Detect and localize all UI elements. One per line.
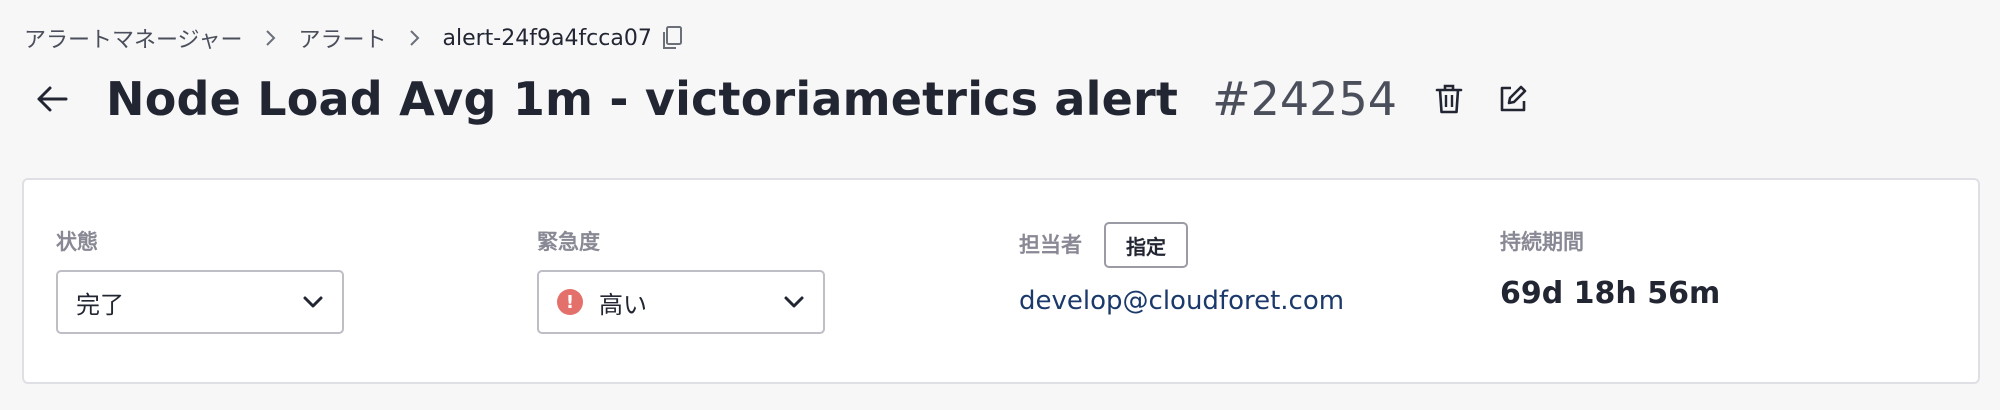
breadcrumb: アラートマネージャー アラート alert-24f9a4fcca07: [24, 20, 684, 56]
urgency-select[interactable]: ! 高い: [537, 270, 825, 334]
edit-icon: [1500, 85, 1527, 112]
chevron-down-icon: [784, 296, 804, 308]
duration-field: 持続期間 69d 18h 56m: [1500, 228, 1720, 311]
breadcrumb-item-alerts[interactable]: アラート: [298, 22, 386, 54]
edit-button[interactable]: [1487, 73, 1539, 125]
duration-value: 69d 18h 56m: [1500, 276, 1721, 311]
copy-icon[interactable]: [660, 25, 684, 51]
assignee-header: 担当者 指定: [1019, 222, 1344, 268]
chevron-right-icon: [242, 28, 298, 48]
trash-icon: [1435, 84, 1463, 114]
arrow-left-icon: [37, 86, 68, 112]
breadcrumb-item-alert-manager[interactable]: アラートマネージャー: [24, 22, 242, 54]
page-title: Node Load Avg 1m - victoriametrics alert: [106, 72, 1179, 126]
state-select[interactable]: 完了: [56, 270, 344, 334]
chevron-right-icon: [386, 28, 442, 48]
breadcrumb-current: alert-24f9a4fcca07: [442, 25, 652, 51]
assignee-email-link[interactable]: develop@cloudforet.com: [1019, 286, 1344, 316]
assign-button[interactable]: 指定: [1104, 222, 1188, 268]
state-label: 状態: [56, 230, 98, 254]
state-value: 完了: [76, 290, 124, 319]
urgency-field: 緊急度 ! 高い: [537, 228, 825, 334]
state-field: 状態 完了: [56, 228, 344, 334]
chevron-down-icon: [303, 296, 323, 308]
alert-number: #24254: [1212, 72, 1397, 126]
title-row: Node Load Avg 1m - victoriametrics alert…: [24, 66, 1539, 132]
delete-button[interactable]: [1423, 73, 1475, 125]
urgency-label: 緊急度: [537, 230, 600, 254]
duration-label: 持続期間: [1500, 230, 1584, 254]
assignee-label: 担当者: [1019, 233, 1082, 257]
exclamation-circle-icon: !: [557, 289, 583, 315]
urgency-value: 高い: [599, 290, 647, 319]
alert-info-card: 状態 完了 緊急度 ! 高い 担当者 指定 develop@cloudforet…: [22, 178, 1980, 384]
assignee-field: 担当者 指定 develop@cloudforet.com: [1019, 222, 1344, 316]
back-button[interactable]: [24, 71, 80, 127]
